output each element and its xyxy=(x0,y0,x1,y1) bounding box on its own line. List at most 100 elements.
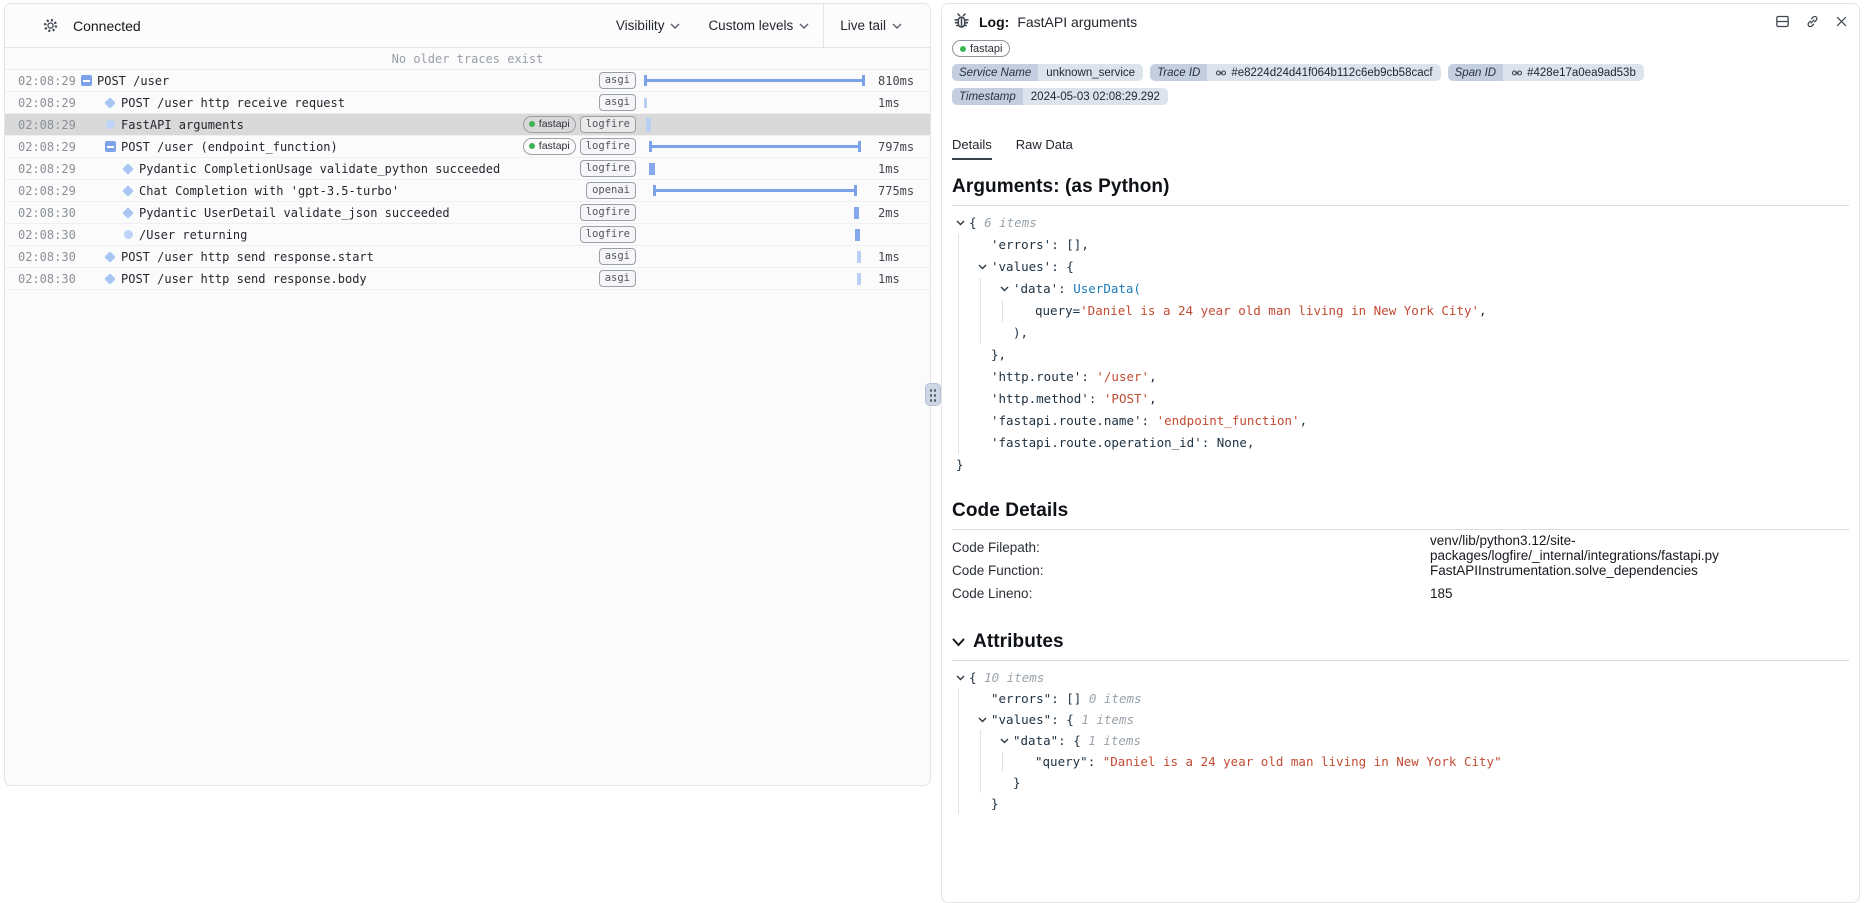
tree-collapse-icon[interactable] xyxy=(1000,730,1013,751)
tree-collapse-icon[interactable] xyxy=(1000,278,1013,300)
custom-levels-label: Custom levels xyxy=(708,18,793,33)
panel-resize-handle[interactable] xyxy=(925,383,941,406)
code-segment: : { xyxy=(1051,259,1074,274)
duration-bar-track xyxy=(642,92,870,114)
span-name: POST /user http receive request xyxy=(121,96,345,110)
scope-badge-asgi: asgi xyxy=(599,94,636,111)
tree-line: 'fastapi.route.operation_id': None, xyxy=(952,432,1849,454)
indent-guide xyxy=(980,772,1000,793)
tree-collapse-icon[interactable] xyxy=(978,709,991,730)
badge-group: logfire xyxy=(580,160,636,177)
tab-raw-data[interactable]: Raw Data xyxy=(1016,137,1073,160)
badge-group: asgi xyxy=(599,72,636,89)
span-name: Pydantic UserDetail validate_json succee… xyxy=(139,206,450,220)
tree-line: } xyxy=(952,793,1849,814)
indent-guide xyxy=(958,256,978,278)
tree-text: "values": { 1 items xyxy=(991,709,1134,730)
tree-text: 'http.route': '/user', xyxy=(991,366,1157,388)
trace-row[interactable]: 02:08:29FastAPI argumentsfastapilogfire xyxy=(5,114,930,136)
trace-row[interactable]: 02:08:29POST /userasgi810ms xyxy=(5,70,930,92)
tree-collapse-icon[interactable] xyxy=(956,212,969,234)
trace-row[interactable]: 02:08:29POST /user http receive requesta… xyxy=(5,92,930,114)
metadata-chip-service-name[interactable]: Service Nameunknown_service xyxy=(952,64,1143,81)
code-segment: : None, xyxy=(1202,435,1255,450)
code-segment: "Daniel is a 24 year old man living in N… xyxy=(1103,754,1502,769)
arguments-heading: Arguments: (as Python) xyxy=(952,176,1849,198)
metadata-chip-trace-id[interactable]: Trace ID#e8224d24d41f064b112c6eb9cb58cac… xyxy=(1150,64,1440,81)
tree-line: 'fastapi.route.name': 'endpoint_function… xyxy=(952,410,1849,432)
trace-row[interactable]: 02:08:30POST /user http send response.st… xyxy=(5,246,930,268)
code-details-table: Code Filepath:venv/lib/python3.12/site-p… xyxy=(952,536,1849,605)
code-detail-row: Code Filepath:venv/lib/python3.12/site-p… xyxy=(952,536,1849,559)
visibility-dropdown[interactable]: Visibility xyxy=(602,18,695,33)
metadata-chip-timestamp[interactable]: Timestamp2024-05-03 02:08:29.292 xyxy=(952,88,1168,105)
split-panel-icon[interactable] xyxy=(1774,13,1791,30)
badge-group: asgi xyxy=(599,270,636,287)
code-segment: : xyxy=(1058,281,1073,296)
tree-collapse-icon[interactable] xyxy=(956,667,969,688)
badge-group: logfire xyxy=(580,204,636,221)
indent-guide xyxy=(1002,300,1022,322)
indent-guide xyxy=(958,344,978,366)
badge-group: fastapilogfire xyxy=(523,116,636,133)
trace-row[interactable]: 02:08:29Chat Completion with 'gpt-3.5-tu… xyxy=(5,180,930,202)
duration-tick xyxy=(646,118,651,132)
attributes-heading[interactable]: Attributes xyxy=(952,631,1849,653)
code-segment: : [] xyxy=(1051,691,1089,706)
code-detail-label: Code Filepath: xyxy=(952,540,1430,555)
trace-row[interactable]: 02:08:29Pydantic CompletionUsage validat… xyxy=(5,158,930,180)
chevron-down-icon xyxy=(952,638,965,647)
badge-group: logfire xyxy=(580,226,636,243)
span-diamond-icon xyxy=(104,275,116,283)
collapse-toggle-icon[interactable] xyxy=(80,75,92,86)
code-segment: : xyxy=(1088,754,1103,769)
indent-guide xyxy=(958,751,978,772)
trace-row[interactable]: 02:08:30POST /user http send response.bo… xyxy=(5,268,930,290)
chip-row: Timestamp2024-05-03 02:08:29.292 xyxy=(952,88,1849,105)
tree-line: } xyxy=(952,772,1849,793)
span-name: /User returning xyxy=(139,228,247,242)
tab-details[interactable]: Details xyxy=(952,137,992,160)
duration-label: 2ms xyxy=(878,206,930,220)
duration-tick xyxy=(857,251,861,263)
chevron-down-icon xyxy=(670,23,680,29)
tree-line: "data": { 1 items xyxy=(952,730,1849,751)
tree-collapse-icon[interactable] xyxy=(978,256,991,278)
chevron-spacer xyxy=(978,234,991,256)
code-segment: } xyxy=(991,796,999,811)
chevron-spacer xyxy=(978,344,991,366)
tree-line: query='Daniel is a 24 year old man livin… xyxy=(952,300,1849,322)
custom-levels-dropdown[interactable]: Custom levels xyxy=(694,18,823,33)
code-segment: 1 items xyxy=(1088,733,1141,748)
metadata-chip-span-id[interactable]: Span ID#428e17a0ea9ad53b xyxy=(1448,64,1644,81)
chevron-spacer xyxy=(978,432,991,454)
code-segment: { xyxy=(969,670,984,685)
link-icon[interactable] xyxy=(1804,13,1821,30)
duration-label: 1ms xyxy=(878,272,930,286)
tree-text: } xyxy=(991,793,999,814)
chevron-spacer xyxy=(1000,772,1013,793)
code-segment: : xyxy=(1081,369,1096,384)
tree-text: query='Daniel is a 24 year old man livin… xyxy=(1035,300,1487,322)
code-detail-row: Code Lineno:185 xyxy=(952,582,1849,605)
trace-row[interactable]: 02:08:30/User returninglogfire xyxy=(5,224,930,246)
duration-bar-track xyxy=(642,224,870,246)
duration-tick xyxy=(855,229,860,241)
tree-line: }, xyxy=(952,344,1849,366)
tree-text: 'errors': [], xyxy=(991,234,1089,256)
trace-row[interactable]: 02:08:29POST /user (endpoint_function)fa… xyxy=(5,136,930,158)
duration-bar-track xyxy=(642,136,870,158)
chevron-spacer xyxy=(978,688,991,709)
code-details-heading: Code Details xyxy=(952,500,1849,522)
collapse-toggle-icon[interactable] xyxy=(104,141,116,152)
badge-group: asgi xyxy=(599,248,636,265)
trace-row[interactable]: 02:08:30Pydantic UserDetail validate_jso… xyxy=(5,202,930,224)
service-tag-fastapi[interactable]: fastapi xyxy=(952,40,1010,57)
close-icon[interactable] xyxy=(1834,14,1849,29)
duration-bar xyxy=(653,189,857,192)
span-name: FastAPI arguments xyxy=(121,118,244,132)
tree-line: "query": "Daniel is a 24 year old man li… xyxy=(952,751,1849,772)
gear-icon[interactable] xyxy=(42,17,59,34)
live-tail-dropdown[interactable]: Live tail xyxy=(824,18,930,33)
code-segment: "values" xyxy=(991,712,1051,727)
